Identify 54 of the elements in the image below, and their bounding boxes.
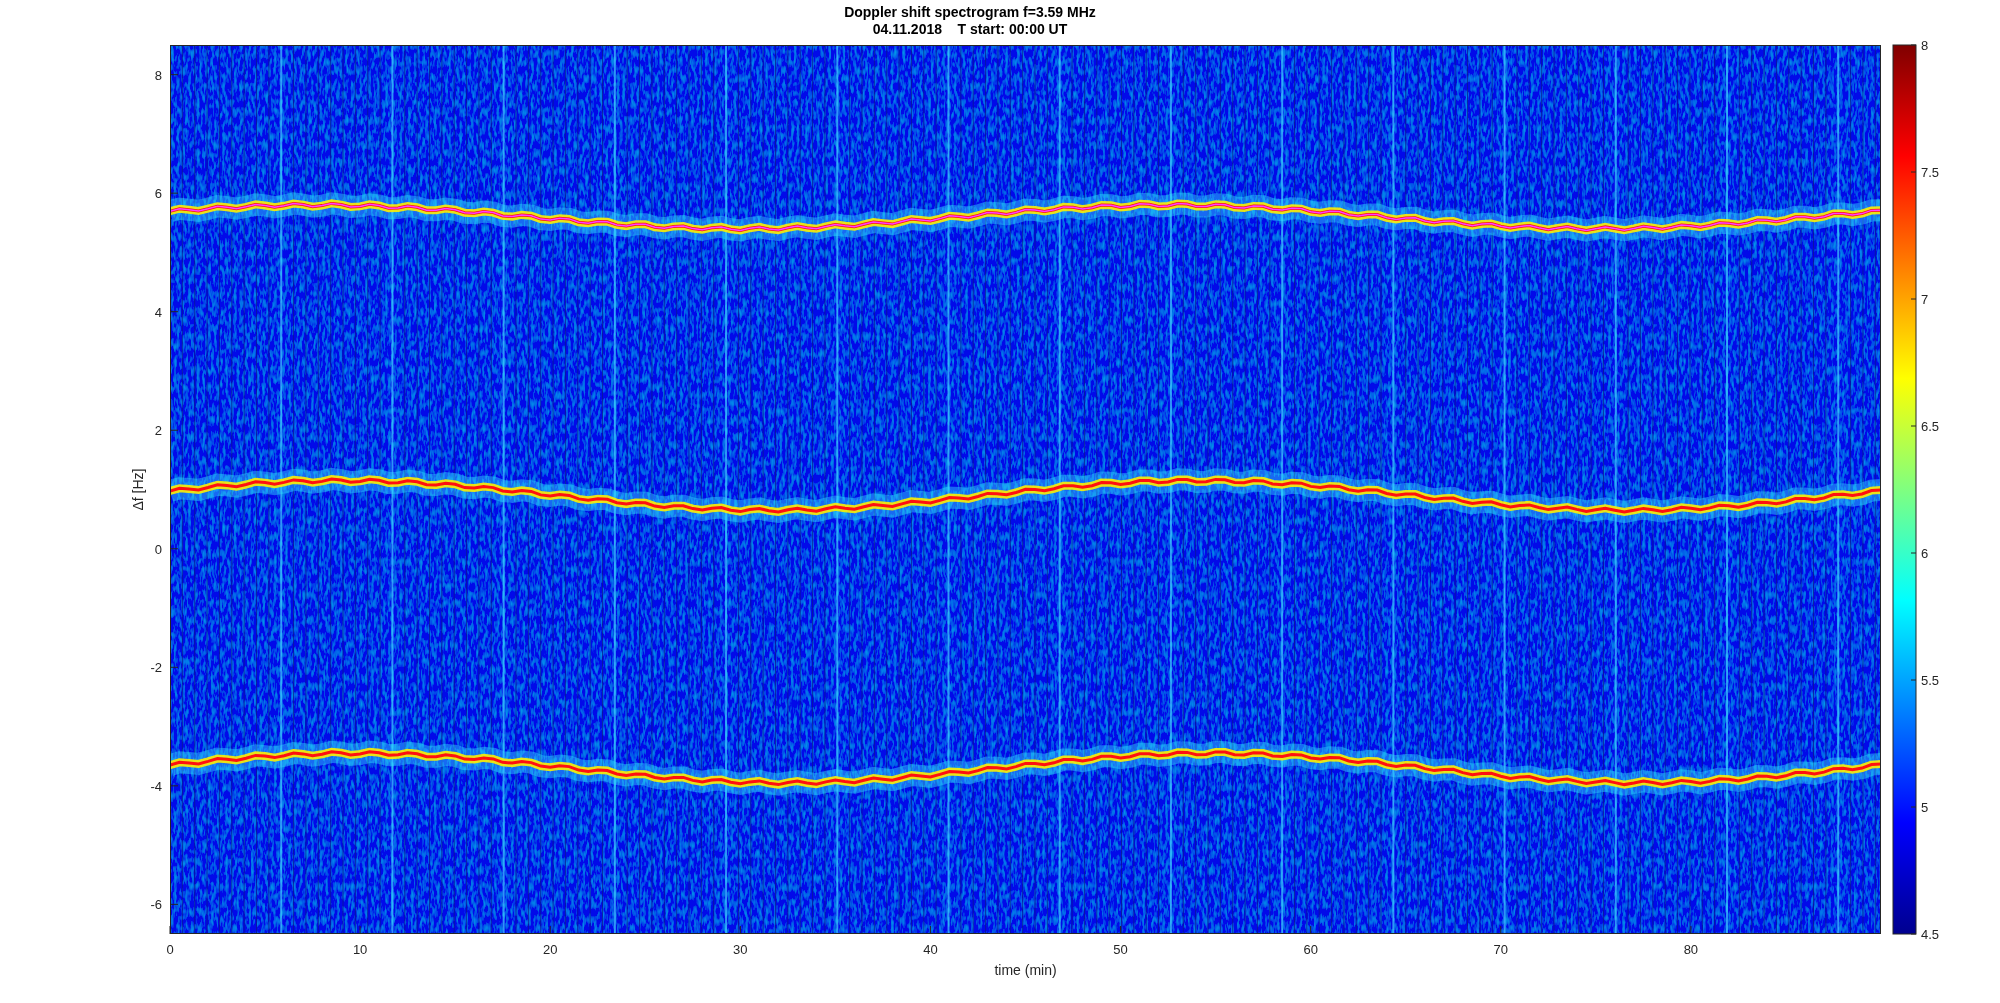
x-axis-label: time (min) (994, 962, 1057, 978)
x-tick-label: 60 (1303, 942, 1318, 957)
colorbar-tick-label: 6.5 (1921, 419, 1940, 434)
tick-mark (169, 925, 171, 935)
tick-mark (929, 925, 931, 935)
y-tick-label: -2 (150, 660, 162, 676)
colorbar-tick-label: 4.5 (1921, 927, 1940, 942)
x-tick-label: 70 (1493, 942, 1508, 957)
colorbar-tick-label: 7 (1921, 292, 1929, 307)
tick-mark (1690, 925, 1692, 935)
y-tick-label: 6 (154, 186, 162, 202)
tick-mark (169, 548, 179, 550)
tick-mark (1910, 552, 1917, 554)
colorbar-tick-label: 8 (1921, 38, 1929, 53)
tick-mark (1910, 298, 1917, 300)
y-tick-label: -4 (150, 778, 162, 794)
tick-mark (1310, 925, 1312, 935)
tick-mark (1910, 933, 1917, 935)
tick-mark (169, 903, 179, 905)
colorbar-tick-label: 6 (1921, 546, 1929, 561)
tick-mark (1910, 679, 1917, 681)
tick-mark (169, 429, 179, 431)
x-tick-label: 50 (1113, 942, 1128, 957)
tick-mark (169, 74, 179, 76)
y-tick-label: 4 (154, 304, 162, 320)
y-axis-label: Δf [Hz] (130, 468, 146, 511)
tick-mark (169, 785, 179, 787)
y-tick-label: -6 (150, 897, 162, 913)
x-tick-label: 30 (733, 942, 748, 957)
tick-mark (1500, 925, 1502, 935)
x-tick-label: 20 (543, 942, 558, 957)
x-tick-label: 0 (166, 942, 174, 957)
y-tick-label: 8 (154, 67, 162, 83)
tick-mark (169, 666, 179, 668)
colorbar-tick-label: 5 (1921, 800, 1929, 815)
tick-mark (739, 925, 741, 935)
chart-subtitle: 04.11.2018 T start: 00:00 UT (872, 21, 1068, 38)
tick-mark (1910, 171, 1917, 173)
tick-mark (1910, 425, 1917, 427)
chart-title: Doppler shift spectrogram f=3.59 MHz (844, 4, 1096, 21)
y-tick-label: 2 (154, 423, 162, 439)
colorbar-tick-label: 7.5 (1921, 165, 1940, 180)
tick-mark (359, 925, 361, 935)
tick-mark (1910, 806, 1917, 808)
y-tick-label: 0 (154, 541, 162, 557)
tick-mark (169, 311, 179, 313)
x-tick-label: 40 (923, 942, 938, 957)
x-tick-label: 80 (1683, 942, 1699, 957)
tick-mark (549, 925, 551, 935)
tick-mark (1910, 44, 1917, 46)
colorbar-tick-label: 5.5 (1921, 673, 1940, 688)
tick-mark (169, 192, 179, 194)
x-tick-label: 10 (352, 942, 368, 957)
tick-mark (1120, 925, 1122, 935)
